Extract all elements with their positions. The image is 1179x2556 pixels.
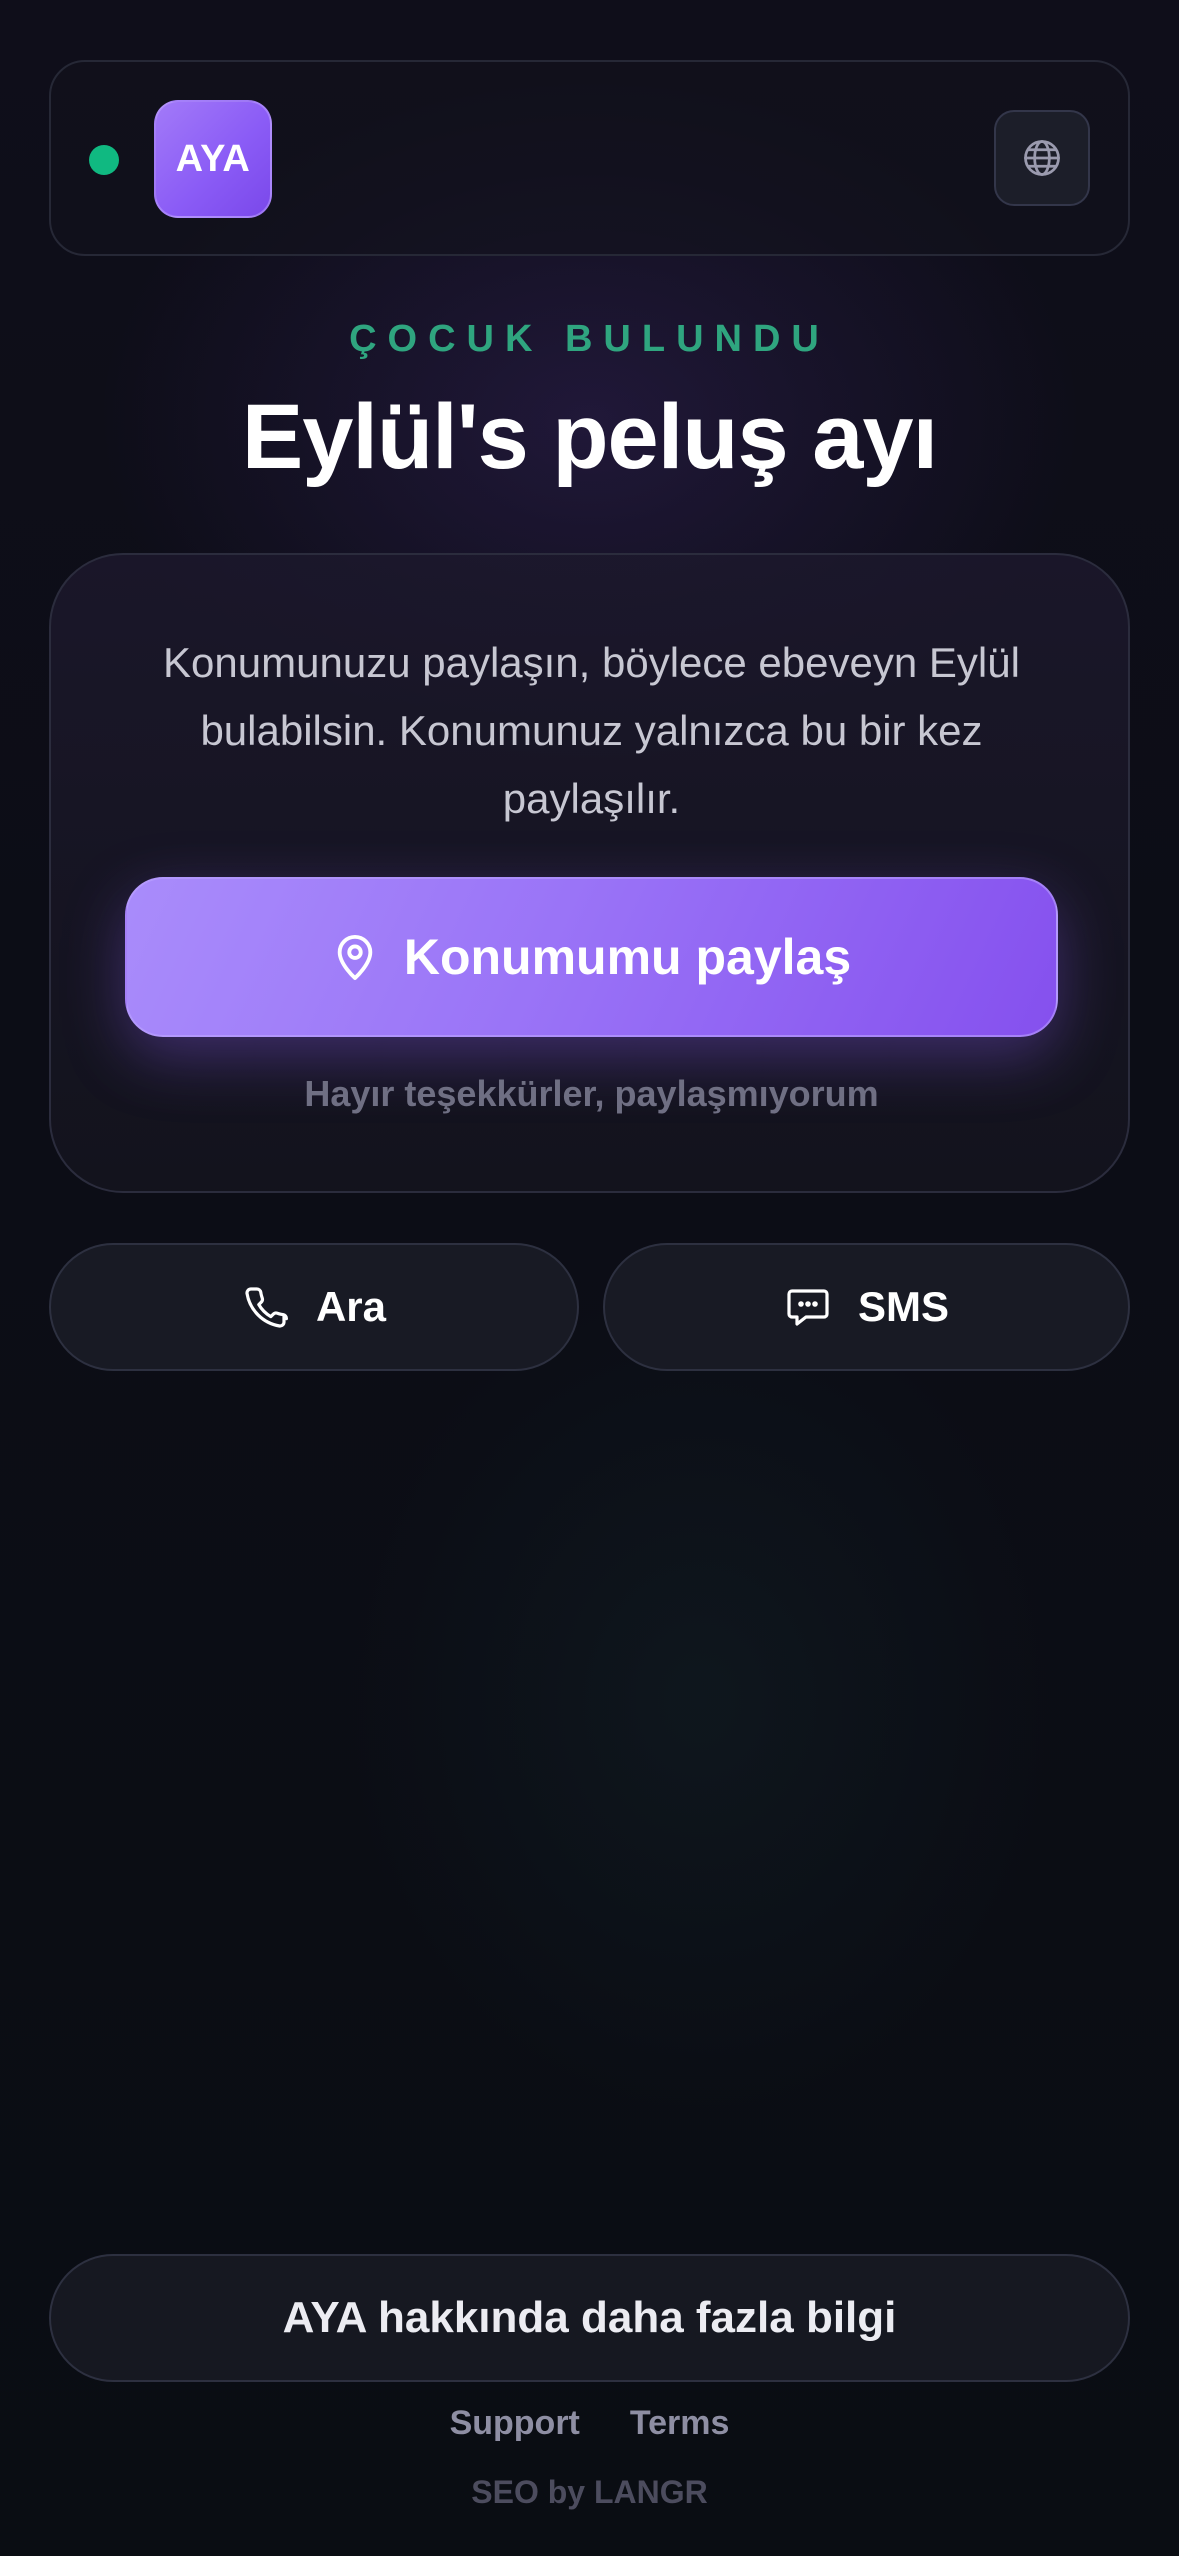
share-location-card: Konumunuzu paylaşın, böylece ebeveyn Eyl… (49, 553, 1130, 1193)
globe-icon (1020, 136, 1064, 180)
card-message: Konumunuzu paylaşın, böylece ebeveyn Eyl… (163, 639, 1020, 822)
header-bar: AYA (49, 60, 1130, 256)
location-pin-icon (332, 931, 378, 983)
sms-button[interactable]: SMS (603, 1243, 1130, 1371)
call-label: Ara (315, 1283, 387, 1330)
footer-links: Support Terms (0, 2404, 1179, 2443)
share-location-label: Konumumu paylaş (403, 929, 852, 985)
found-eyebrow: ÇOCUK BULUNDU (349, 318, 830, 360)
support-link[interactable]: Support (450, 2404, 580, 2443)
status-indicator (89, 145, 119, 175)
more-info-button[interactable]: AYA hakkında daha fazla bilgi (49, 2254, 1130, 2382)
share-location-button[interactable]: Konumumu paylaş (125, 877, 1058, 1037)
sms-label: SMS (857, 1283, 949, 1330)
page-title: Eylül's peluş ayı (241, 386, 938, 488)
terms-link[interactable]: Terms (630, 2404, 730, 2443)
phone-icon (242, 1283, 290, 1331)
footer-credit: SEO by LANGR (471, 2474, 708, 2510)
language-button[interactable] (994, 110, 1090, 206)
decline-share-link[interactable]: Hayır teşekkürler, paylaşmıyorum (51, 1073, 1132, 1115)
call-button[interactable]: Ara (49, 1243, 579, 1371)
message-icon (784, 1283, 832, 1331)
app-logo: AYA (154, 100, 272, 218)
